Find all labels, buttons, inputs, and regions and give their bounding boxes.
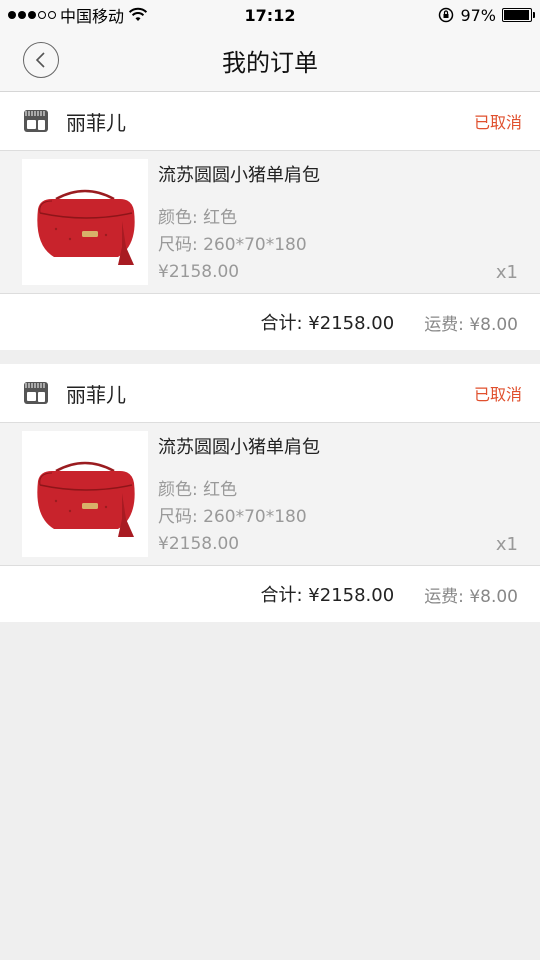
status-bar: 中国移动 17:12 97% xyxy=(0,0,540,30)
shop-icon xyxy=(24,110,48,132)
summary-row: 合计: ¥2158.00 运费: ¥8.00 xyxy=(0,294,540,350)
order-list: 丽菲儿 已取消 流苏圆圆小猪单肩包 颜色: 红色 尺码: 260*70*180 … xyxy=(0,92,540,622)
wifi-icon xyxy=(128,7,148,21)
product-size: 尺码: 260*70*180 xyxy=(158,507,307,527)
order-card[interactable]: 丽菲儿 已取消 流苏圆圆小猪单肩包 颜色: 红色 尺码: 260*70*180 … xyxy=(0,364,540,622)
order-total: 合计: ¥2158.00 xyxy=(260,313,395,334)
back-button[interactable] xyxy=(23,42,59,78)
product-color: 颜色: 红色 xyxy=(158,480,238,500)
battery-icon xyxy=(502,8,535,22)
product-name: 流苏圆圆小猪单肩包 xyxy=(158,165,320,186)
status-left: 中国移动 xyxy=(8,3,148,27)
product-price: ¥2158.00 xyxy=(158,262,240,282)
product-size: 尺码: 260*70*180 xyxy=(158,235,307,255)
shipping-fee: 运费: ¥8.00 xyxy=(424,314,518,335)
battery-percent: 97% xyxy=(460,5,496,25)
shipping-fee: 运费: ¥8.00 xyxy=(424,586,518,607)
order-total: 合计: ¥2158.00 xyxy=(260,585,395,606)
signal-icon xyxy=(8,11,56,19)
product-info: 流苏圆圆小猪单肩包 颜色: 红色 尺码: 260*70*180 ¥2158.00… xyxy=(158,431,518,557)
product-name: 流苏圆圆小猪单肩包 xyxy=(158,437,320,458)
order-status: 已取消 xyxy=(473,385,522,404)
shop-row[interactable]: 丽菲儿 已取消 xyxy=(0,364,540,423)
battery-fill xyxy=(504,10,530,20)
product-info: 流苏圆圆小猪单肩包 颜色: 红色 尺码: 260*70*180 ¥2158.00… xyxy=(158,159,518,285)
carrier-label: 中国移动 xyxy=(60,7,125,26)
product-color: 颜色: 红色 xyxy=(158,208,238,228)
summary-row: 合计: ¥2158.00 运费: ¥8.00 xyxy=(0,566,540,622)
product-attributes: 颜色: 红色 尺码: 260*70*180 ¥2158.00 xyxy=(158,205,518,286)
product-price: ¥2158.00 xyxy=(158,534,240,554)
status-right: 97% xyxy=(438,5,535,25)
product-quantity: x1 xyxy=(495,262,518,283)
chevron-left-icon xyxy=(35,52,45,68)
page-title: 我的订单 xyxy=(222,49,318,77)
product-quantity: x1 xyxy=(495,534,518,555)
shop-name: 丽菲儿 xyxy=(66,110,126,135)
product-attributes: 颜色: 红色 尺码: 260*70*180 ¥2158.00 xyxy=(158,477,518,558)
order-separator xyxy=(0,350,540,364)
product-row[interactable]: 流苏圆圆小猪单肩包 颜色: 红色 尺码: 260*70*180 ¥2158.00… xyxy=(0,423,540,566)
order-status: 已取消 xyxy=(473,113,522,132)
shop-icon xyxy=(24,382,48,404)
product-image xyxy=(22,431,148,557)
shop-name: 丽菲儿 xyxy=(66,382,126,407)
product-image xyxy=(22,159,148,285)
nav-bar: 我的订单 xyxy=(0,30,540,92)
product-row[interactable]: 流苏圆圆小猪单肩包 颜色: 红色 尺码: 260*70*180 ¥2158.00… xyxy=(0,151,540,294)
order-card[interactable]: 丽菲儿 已取消 流苏圆圆小猪单肩包 颜色: 红色 尺码: 260*70*180 … xyxy=(0,92,540,350)
shop-row[interactable]: 丽菲儿 已取消 xyxy=(0,92,540,151)
rotation-lock-icon xyxy=(439,7,454,23)
